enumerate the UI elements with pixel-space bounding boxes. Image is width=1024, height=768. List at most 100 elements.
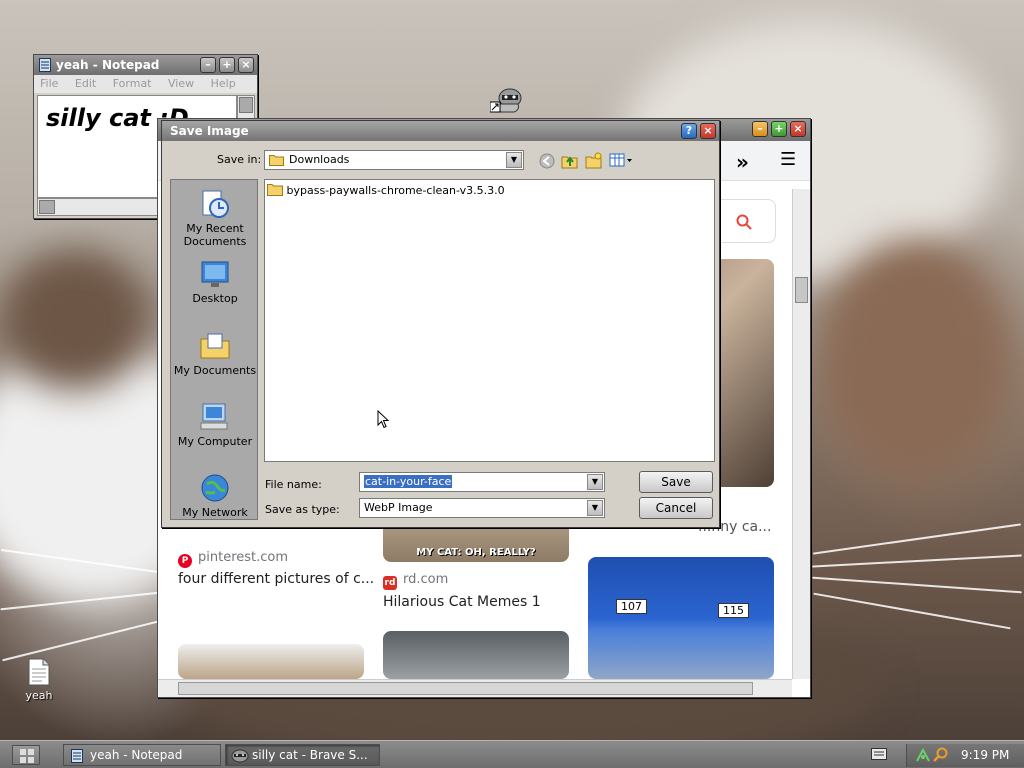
search-box[interactable]: [718, 199, 776, 243]
desktop-icon-label: yeah: [25, 689, 53, 702]
whisker: [812, 576, 1022, 594]
my-network-icon: [201, 474, 229, 502]
place-my-documents[interactable]: My Documents: [171, 330, 259, 377]
help-button[interactable]: ?: [681, 123, 697, 139]
save-image-dialog[interactable]: Save Image ? × Save in: Downloads ▼ My R…: [161, 120, 720, 528]
menu-help[interactable]: Help: [211, 77, 236, 90]
menu-file[interactable]: File: [40, 77, 58, 90]
taskbar: yeah - Notepad silly cat - Brave S... 9:…: [0, 740, 1024, 768]
scroll-thumb[interactable]: [239, 97, 253, 113]
taskbar-item-notepad[interactable]: yeah - Notepad: [63, 744, 221, 766]
keyboard-icon[interactable]: [871, 748, 887, 760]
result-caption[interactable]: Hilarious Cat Memes 1: [383, 594, 541, 610]
place-label: Desktop: [192, 292, 238, 305]
search-icon[interactable]: [736, 214, 752, 230]
view-menu-icon[interactable]: [609, 153, 633, 168]
file-list-item[interactable]: bypass-paywalls-chrome-clean-v3.5.3.0: [267, 183, 505, 197]
result-source[interactable]: Ppinterest.com: [178, 550, 288, 568]
taskbar-item-label: silly cat - Brave S...: [252, 748, 368, 762]
whisker: [2, 620, 158, 662]
minimize-button[interactable]: –: [200, 57, 216, 73]
notepad-menubar: File Edit Format View Help: [34, 75, 257, 93]
clock[interactable]: 9:19 PM: [961, 748, 1009, 762]
place-recent-documents[interactable]: My Recent Documents: [171, 188, 259, 248]
raccoon-shortcut-icon[interactable]: [489, 84, 524, 116]
place-label: My Network: [182, 506, 248, 519]
my-documents-icon: [200, 333, 230, 359]
whisker: [812, 523, 1022, 555]
pinterest-icon: P: [178, 554, 192, 568]
save-as-type-dropdown[interactable]: WebP Image ▼: [359, 498, 605, 518]
file-name-value: cat-in-your-face: [364, 475, 453, 488]
menu-view[interactable]: View: [168, 77, 194, 90]
save-as-type-value: WebP Image: [364, 501, 433, 514]
place-my-computer[interactable]: My Computer: [171, 401, 259, 448]
save-in-value: Downloads: [289, 153, 350, 166]
place-desktop[interactable]: Desktop: [171, 258, 259, 305]
browser-horizontal-scrollbar[interactable]: [158, 679, 792, 697]
save-in-dropdown[interactable]: Downloads ▼: [264, 150, 524, 170]
result-image[interactable]: [178, 644, 364, 679]
maximize-button[interactable]: +: [219, 57, 235, 73]
menu-format[interactable]: Format: [113, 77, 152, 90]
cage-tag: 115: [718, 603, 749, 618]
system-tray: 9:19 PM: [906, 744, 1024, 767]
place-label: My Recent Documents: [183, 222, 247, 248]
back-icon[interactable]: [539, 153, 555, 169]
file-name-input[interactable]: cat-in-your-face ▼: [359, 472, 605, 492]
result-image[interactable]: [383, 631, 569, 679]
notepad-icon: [39, 58, 51, 72]
place-label: My Documents: [173, 364, 257, 377]
toolbar-overflow-button[interactable]: »: [736, 150, 749, 174]
cage-tag: 107: [616, 599, 647, 614]
save-button[interactable]: Save: [639, 471, 713, 493]
result-source-text: pinterest.com: [198, 550, 289, 565]
cat-ear-blur: [820, 240, 1010, 480]
chevron-down-icon[interactable]: ▼: [587, 500, 603, 516]
menu-edit[interactable]: Edit: [75, 77, 96, 90]
save-in-label: Save in:: [217, 153, 262, 166]
close-button[interactable]: ×: [790, 121, 806, 137]
text-file-icon: [28, 658, 50, 686]
scroll-thumb[interactable]: [178, 682, 753, 695]
browser-vertical-scrollbar[interactable]: [792, 189, 810, 679]
scroll-thumb[interactable]: [795, 277, 808, 303]
notepad-titlebar[interactable]: yeah - Notepad – + ×: [34, 55, 257, 75]
dialog-titlebar[interactable]: Save Image ? ×: [162, 121, 719, 141]
folder-icon: [267, 184, 283, 196]
network-icon[interactable]: [915, 747, 931, 763]
up-folder-icon[interactable]: [561, 152, 578, 169]
desktop-icon-yeah[interactable]: yeah: [9, 658, 69, 702]
notepad-title: yeah - Notepad: [56, 58, 160, 72]
places-bar: My Recent Documents Desktop My Documents…: [170, 179, 258, 520]
search-icon[interactable]: [933, 747, 949, 763]
scroll-thumb[interactable]: [39, 200, 55, 214]
chevron-down-icon[interactable]: ▼: [587, 474, 603, 490]
result-source[interactable]: rd rd.com: [383, 572, 448, 590]
new-folder-icon[interactable]: [585, 152, 602, 169]
result-caption[interactable]: four different pictures of c...: [178, 571, 374, 587]
desktop-icon: [201, 261, 229, 287]
result-image[interactable]: 107 115: [588, 557, 774, 679]
my-computer-icon: [200, 403, 228, 430]
minimize-button[interactable]: –: [752, 121, 768, 137]
dialog-title: Save Image: [170, 124, 249, 138]
mouse-cursor-icon: [377, 410, 389, 429]
close-button[interactable]: ×: [700, 123, 716, 139]
file-name-label: File name:: [265, 478, 322, 491]
place-my-network[interactable]: My Network: [171, 472, 259, 519]
close-button[interactable]: ×: [238, 57, 254, 73]
taskbar-item-label: yeah - Notepad: [90, 748, 183, 762]
maximize-button[interactable]: +: [771, 121, 787, 137]
meme-text: MY CAT: OH, REALLY?: [416, 547, 536, 558]
taskbar-item-browser[interactable]: silly cat - Brave S...: [225, 744, 380, 766]
result-source-text: rd.com: [403, 572, 449, 587]
browser-menu-button[interactable]: ☰: [780, 149, 796, 170]
notepad-icon: [71, 749, 83, 763]
cancel-button[interactable]: Cancel: [639, 497, 713, 519]
start-button[interactable]: [12, 745, 40, 765]
recent-documents-icon: [202, 190, 229, 218]
chevron-down-icon[interactable]: ▼: [506, 152, 522, 168]
file-list[interactable]: bypass-paywalls-chrome-clean-v3.5.3.0: [264, 179, 715, 462]
folder-icon: [269, 155, 284, 166]
